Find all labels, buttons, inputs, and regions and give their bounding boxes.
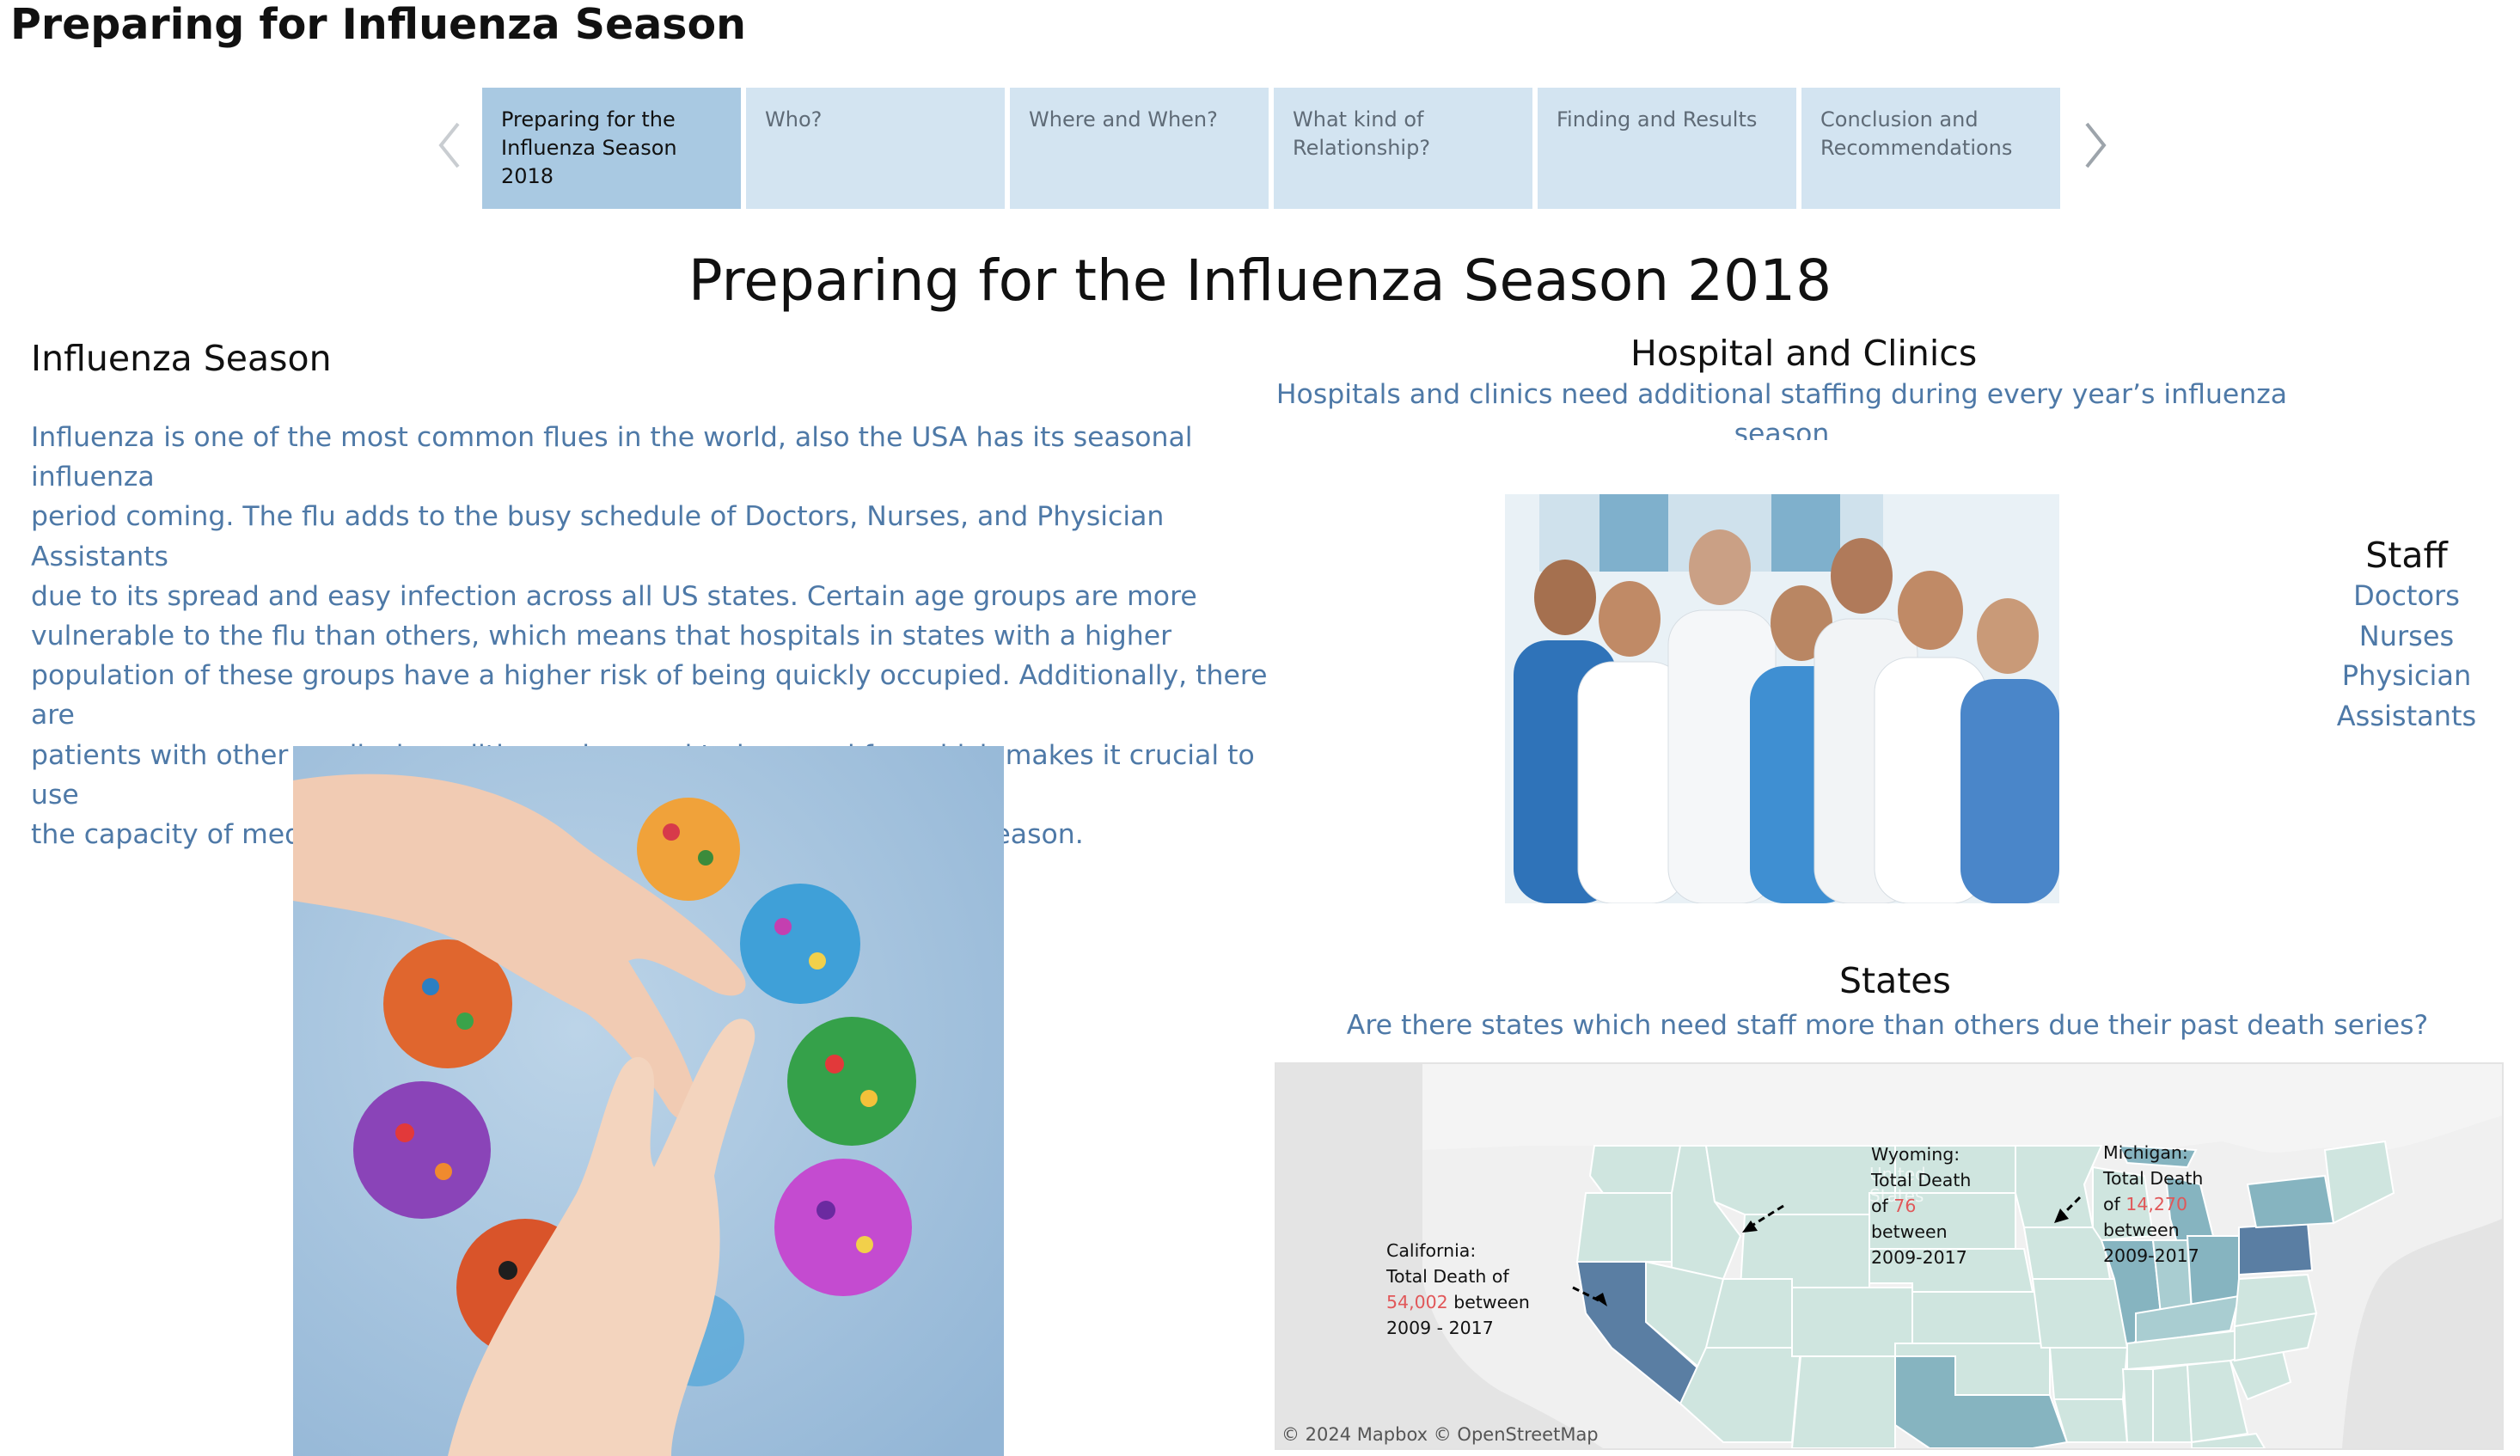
chevron-left-icon[interactable] [434, 120, 465, 170]
tab-where-and-when[interactable]: Where and When? [1010, 88, 1269, 209]
staff-title: Staff [2365, 535, 2448, 576]
tab-relationship[interactable]: What kind of Relationship? [1274, 88, 1532, 209]
tab-finding-and-results[interactable]: Finding and Results [1538, 88, 1796, 209]
annotation-california: California: Total Death of 54,002 betwee… [1386, 1240, 1530, 1338]
annotation-michigan: Michigan: Total Death of 14,270 between … [2103, 1142, 2204, 1266]
tab-preparing[interactable]: Preparing for the Influenza Season 2018 [482, 88, 741, 209]
us-map[interactable]: United States California: Total Death of… [1275, 1062, 2504, 1450]
hospital-section-title: Hospital and Clinics [1630, 333, 1978, 374]
annotation-wyoming: Wyoming: Total Death of 76 between 2009-… [1871, 1144, 1972, 1268]
tab-conclusion[interactable]: Conclusion and Recommendations [1801, 88, 2060, 209]
page-title: Preparing for the Influenza Season 2018 [688, 248, 1832, 314]
chevron-right-icon[interactable] [2080, 120, 2111, 170]
states-section-title: States [1839, 960, 1951, 1001]
story-title: Preparing for Influenza Season [10, 0, 747, 49]
map-attribution[interactable]: © 2024 Mapbox © OpenStreetMap [1281, 1424, 1599, 1445]
staff-item: Doctors [2353, 579, 2460, 612]
medical-staff-image [1505, 494, 2059, 903]
staff-item: Assistants [2336, 699, 2477, 732]
virus-hands-image [293, 746, 1004, 1456]
influenza-section-title: Influenza Season [31, 338, 332, 379]
states-question: Are there states which need staff more t… [1346, 1010, 2429, 1041]
staff-item: Physician [2341, 659, 2472, 692]
staff-list: Staff Doctors Nurses Physician Assistant… [2295, 535, 2518, 736]
tab-who[interactable]: Who? [746, 88, 1005, 209]
hospital-description: Hospitals and clinics need additional st… [1275, 379, 2288, 440]
staff-item: Nurses [2358, 619, 2455, 652]
